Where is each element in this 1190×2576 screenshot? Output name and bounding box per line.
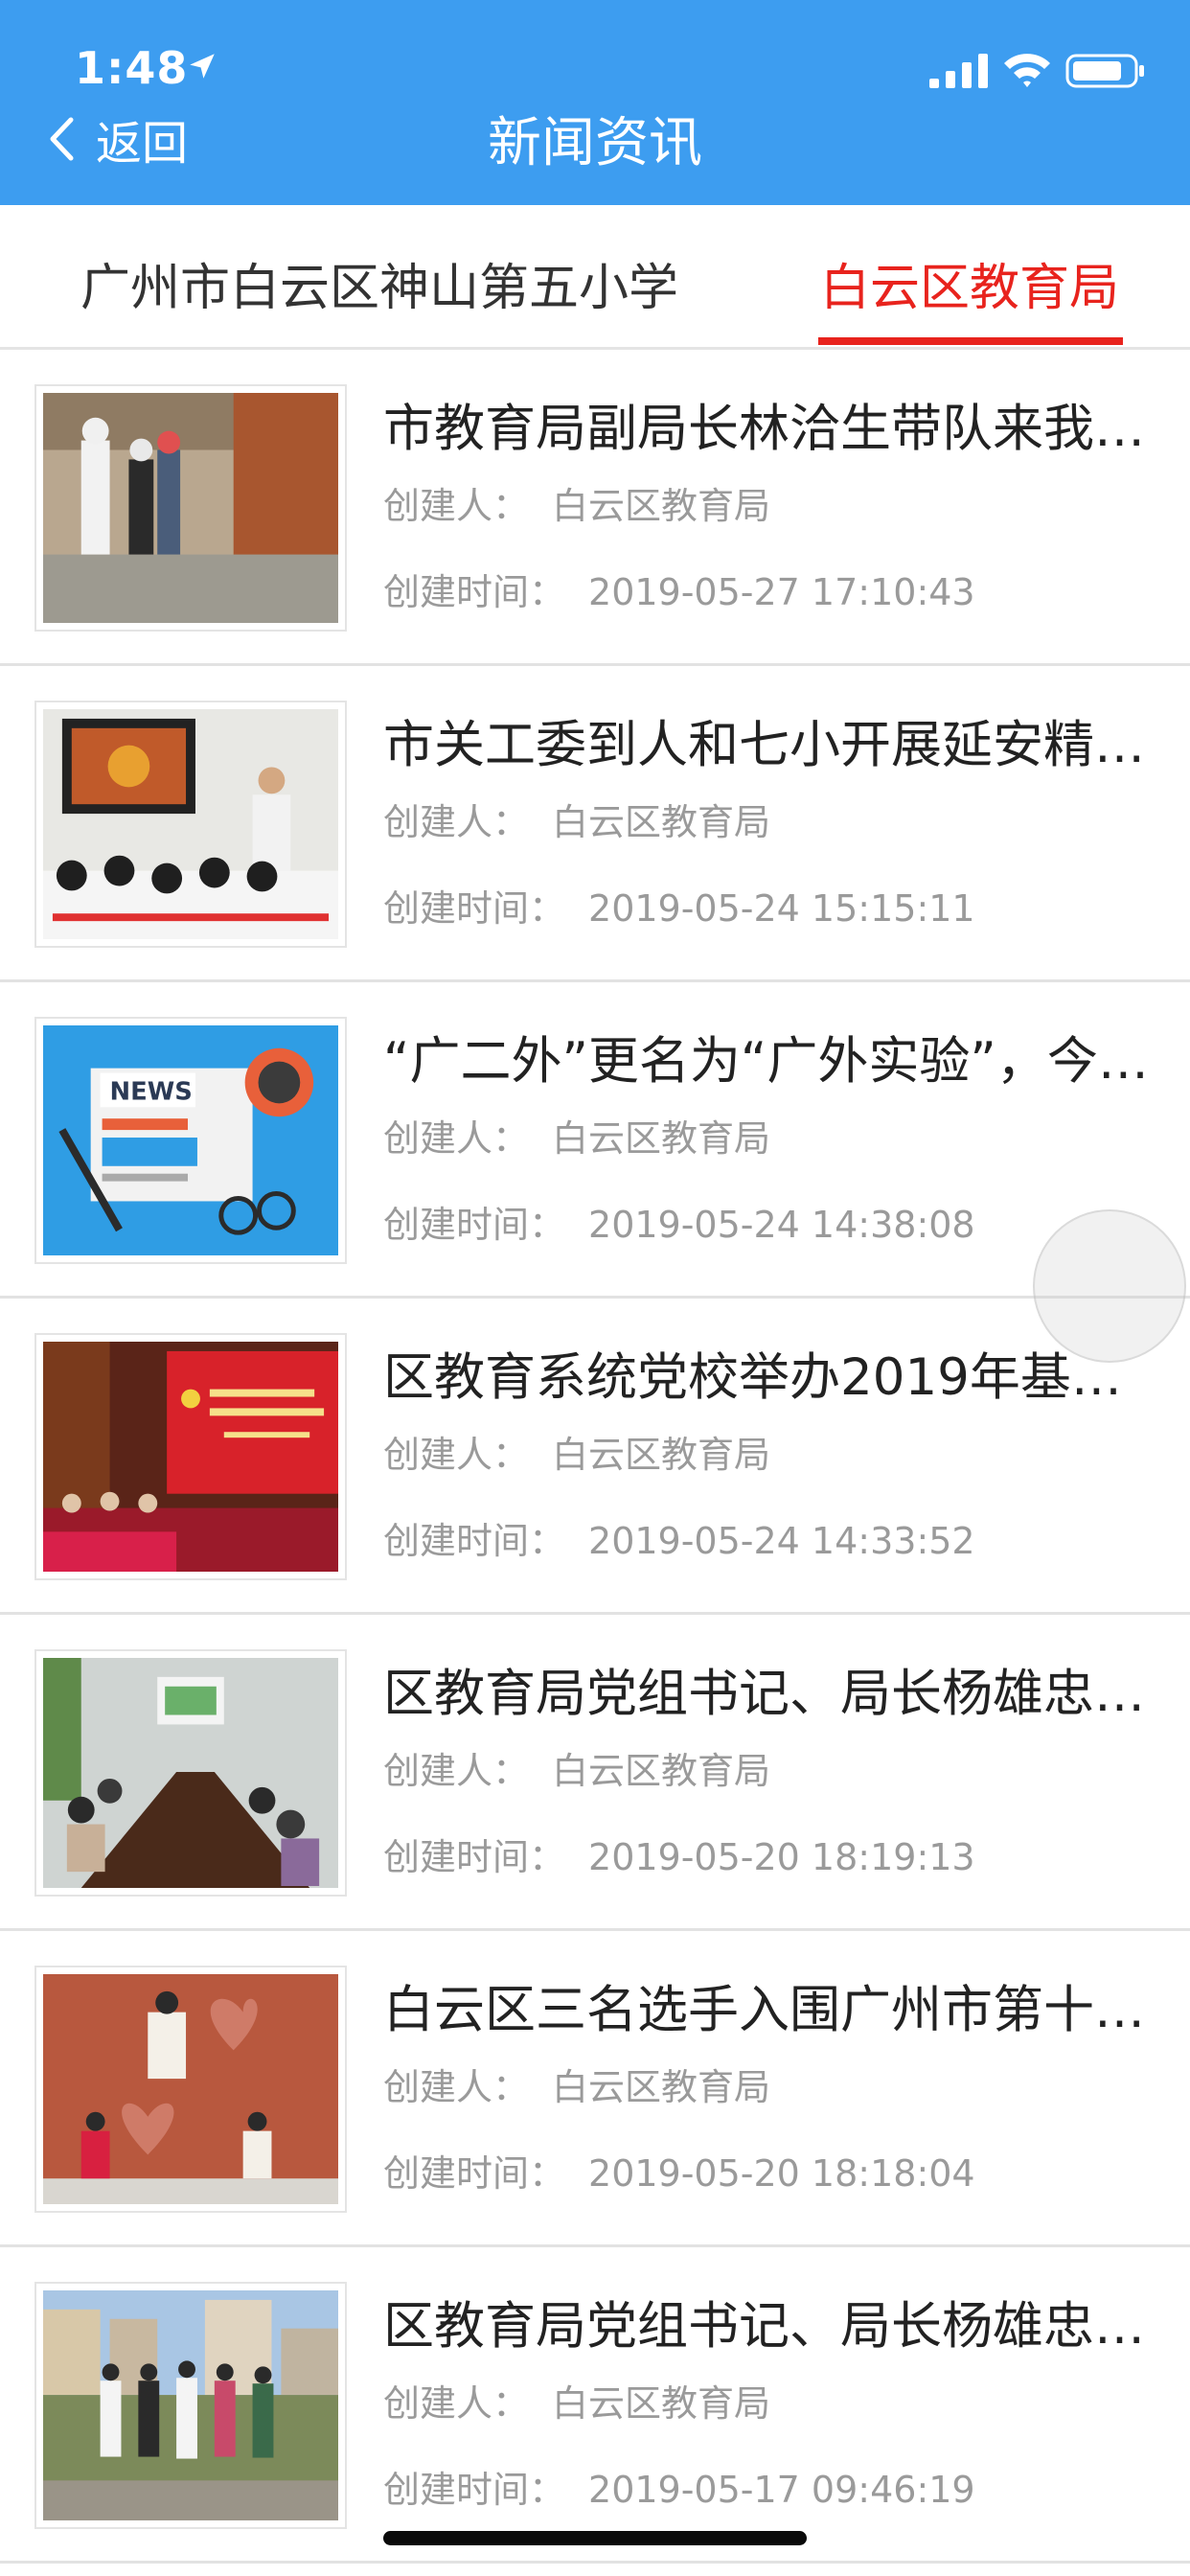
- time-value: 2019-05-24 14:33:52: [588, 1520, 975, 1562]
- author-value: 白云区教育局: [552, 2382, 771, 2425]
- svg-text:NEWS: NEWS: [110, 1077, 193, 1106]
- outdoor-group-photo: [43, 2290, 338, 2520]
- news-author: 创建人： 白云区教育局: [383, 2374, 770, 2426]
- news-time: 创建时间： 2019-05-17 09:46:19: [383, 2460, 975, 2513]
- tab-school[interactable]: 广州市白云区神山第五小学: [80, 247, 678, 319]
- time-label: 创建时间：: [383, 1204, 566, 1246]
- cellular-signal-icon: [929, 54, 988, 88]
- active-tab-indicator: [818, 337, 1123, 345]
- author-value: 白云区教育局: [552, 485, 771, 527]
- navigation-header: 1:48 返回 新闻资讯: [0, 0, 1190, 205]
- wifi-icon: [1004, 54, 1050, 87]
- news-title: 区教育局党组书记、局长杨雄忠到学校调研: [383, 1665, 1159, 1723]
- time-value: 2019-05-20 18:18:04: [588, 2152, 975, 2195]
- author-label: 创建人：: [383, 1750, 530, 1792]
- author-value: 白云区教育局: [552, 1750, 771, 1792]
- news-list-item[interactable]: 市关工委到人和七小开展延安精神进校园 创建人： 白云区教育局 创建时间： 2019-…: [0, 666, 1190, 982]
- news-time: 创建时间： 2019-05-24 14:33:52: [383, 1511, 975, 1564]
- news-list-item[interactable]: 区教育局党组书记、局长杨雄忠到学校调研 创建人： 白云区教育局 创建时间： 2019…: [0, 1615, 1190, 1931]
- news-time: 创建时间： 2019-05-20 18:18:04: [383, 2144, 975, 2196]
- author-label: 创建人：: [383, 801, 530, 843]
- news-thumbnail: [34, 1649, 347, 1897]
- news-illustration: NEWS: [43, 1025, 338, 1255]
- news-author: 创建人： 白云区教育局: [383, 793, 770, 845]
- time-label: 创建时间：: [383, 2469, 566, 2511]
- news-time: 创建时间： 2019-05-24 14:38:08: [383, 1195, 975, 1248]
- news-list-item[interactable]: 白云区三名选手入围广州市第十届比赛 创建人： 白云区教育局 创建时间： 2019-0…: [0, 1931, 1190, 2247]
- time-label: 创建时间：: [383, 571, 566, 613]
- news-list-item[interactable]: 区教育系统党校举办2019年基层党务工作者 创建人： 白云区教育局 创建时间： 20…: [0, 1299, 1190, 1615]
- time-value: 2019-05-24 14:38:08: [588, 1204, 975, 1246]
- tab-bar: 广州市白云区神山第五小学 白云区教育局: [0, 205, 1190, 350]
- time-value: 2019-05-17 09:46:19: [588, 2469, 975, 2511]
- news-author: 创建人： 白云区教育局: [383, 2058, 770, 2110]
- time-value: 2019-05-27 17:10:43: [588, 571, 975, 613]
- time-value: 2019-05-24 15:15:11: [588, 887, 975, 930]
- author-value: 白云区教育局: [552, 1434, 771, 1476]
- news-list-item[interactable]: NEWS “广二外”更名为“广外实验”，今年招生 创建人： 白云区教育局 创建时间…: [0, 982, 1190, 1299]
- author-label: 创建人：: [383, 485, 530, 527]
- author-value: 白云区教育局: [552, 2066, 771, 2108]
- news-thumbnail: NEWS: [34, 1017, 347, 1264]
- home-indicator[interactable]: [383, 2531, 807, 2545]
- news-list-item[interactable]: 区教育局党组书记、局长杨雄忠到工地调研 创建人： 白云区教育局 创建时间： 2019…: [0, 2247, 1190, 2564]
- news-title: “广二外”更名为“广外实验”，今年招生: [383, 1032, 1159, 1091]
- news-title: 市教育局副局长林洽生带队来我区督导: [383, 400, 1159, 458]
- construction-site-photo: [43, 393, 338, 623]
- news-title: 白云区三名选手入围广州市第十届比赛: [383, 1981, 1159, 2039]
- news-author: 创建人： 白云区教育局: [383, 1425, 770, 1478]
- status-bar-time: 1:48: [75, 42, 189, 94]
- news-author: 创建人： 白云区教育局: [383, 1109, 770, 1162]
- news-title: 区教育系统党校举办2019年基层党务工作者: [383, 1348, 1159, 1407]
- author-value: 白云区教育局: [552, 801, 771, 843]
- classroom-photo: [43, 709, 338, 939]
- battery-icon: [1065, 54, 1144, 88]
- author-label: 创建人：: [383, 1434, 530, 1476]
- news-author: 创建人： 白云区教育局: [383, 476, 770, 529]
- news-thumbnail: [34, 701, 347, 948]
- time-label: 创建时间：: [383, 1520, 566, 1562]
- time-value: 2019-05-20 18:19:13: [588, 1836, 975, 1878]
- news-time: 创建时间： 2019-05-27 17:10:43: [383, 563, 975, 615]
- news-author: 创建人： 白云区教育局: [383, 1741, 770, 1794]
- news-time: 创建时间： 2019-05-20 18:19:13: [383, 1828, 975, 1880]
- news-thumbnail: [34, 384, 347, 632]
- news-thumbnail: [34, 2282, 347, 2529]
- page-title: 新闻资讯: [488, 112, 702, 174]
- conference-stage-photo: [43, 1342, 338, 1572]
- meeting-room-photo: [43, 1658, 338, 1888]
- news-title: 区教育局党组书记、局长杨雄忠到工地调研: [383, 2297, 1159, 2356]
- news-thumbnail: [34, 1966, 347, 2213]
- news-list: 市教育局副局长林洽生带队来我区督导 创建人： 白云区教育局 创建时间： 2019-0…: [0, 350, 1190, 2564]
- time-label: 创建时间：: [383, 887, 566, 930]
- time-label: 创建时间：: [383, 1836, 566, 1878]
- news-title: 市关工委到人和七小开展延安精神进校园: [383, 716, 1159, 774]
- author-label: 创建人：: [383, 2066, 530, 2108]
- location-arrow-icon: [190, 54, 215, 79]
- author-label: 创建人：: [383, 1117, 530, 1160]
- author-value: 白云区教育局: [552, 1117, 771, 1160]
- time-label: 创建时间：: [383, 2152, 566, 2195]
- news-time: 创建时间： 2019-05-24 15:15:11: [383, 879, 975, 932]
- tab-education-bureau[interactable]: 白云区教育局: [820, 247, 1119, 319]
- news-list-item[interactable]: 市教育局副局长林洽生带队来我区督导 创建人： 白云区教育局 创建时间： 2019-0…: [0, 350, 1190, 666]
- author-label: 创建人：: [383, 2382, 530, 2425]
- assistive-touch-button[interactable]: [1033, 1209, 1186, 1363]
- news-thumbnail: [34, 1333, 347, 1580]
- performance-photo: [43, 1974, 338, 2204]
